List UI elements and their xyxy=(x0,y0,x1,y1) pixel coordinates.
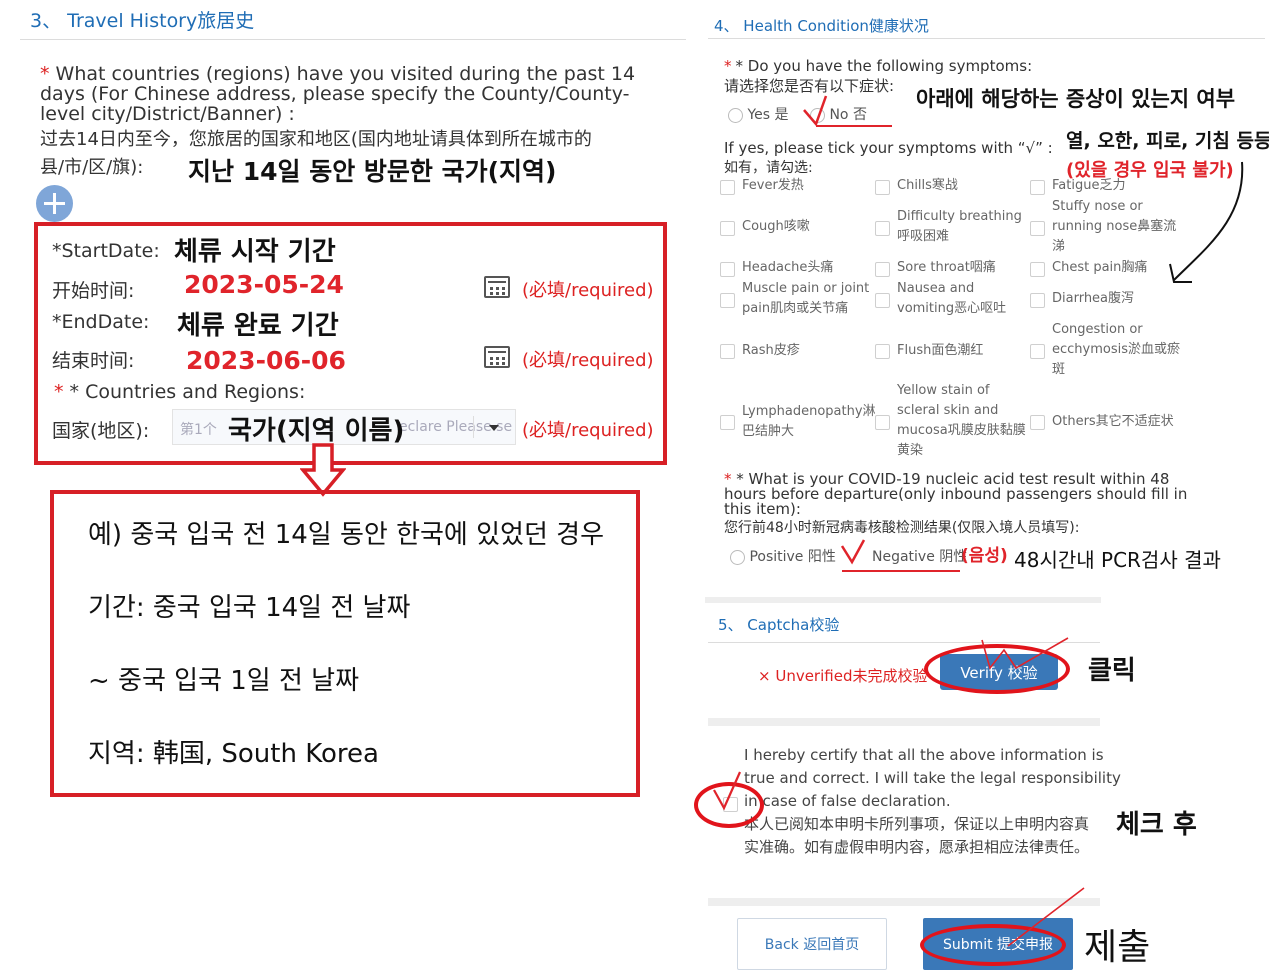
symptom-label: Muscle pain or joint pain肌肉或关节痛 xyxy=(742,281,870,316)
annotation-start-kr: 체류 시작 기간 xyxy=(174,237,336,267)
symptom-checkbox-flush[interactable] xyxy=(875,344,890,359)
back-button[interactable]: Back 返回首页 xyxy=(737,918,887,970)
symptom-checkbox-chills[interactable] xyxy=(875,180,890,195)
test-question-cn: 您行前48小时新冠病毒核酸检测结果(仅限入境人员填写): xyxy=(724,520,1080,536)
annotation-click-kr: 클릭 xyxy=(1088,656,1136,686)
countries-label-cn: 国家(地区): xyxy=(52,420,150,442)
symptom-checkbox-headache[interactable] xyxy=(720,262,735,277)
required-note: (必填/required) xyxy=(522,280,654,301)
countries-label: * * Countries and Regions: xyxy=(54,381,306,403)
end-date-label-cn: 结束时间: xyxy=(52,350,135,372)
symptom-checkbox-nausea[interactable] xyxy=(875,293,890,308)
end-date-input[interactable]: 2023-06-06 xyxy=(186,346,346,375)
symptom-label: Fatigue乏力 xyxy=(1052,178,1126,193)
start-date-input[interactable]: 2023-05-24 xyxy=(184,270,344,299)
symptom-yes-radio[interactable]: Yes 是 xyxy=(728,104,789,124)
symptom-checkbox-rash[interactable] xyxy=(720,344,735,359)
symptom-label: Lymphadenopathy淋巴结肿大 xyxy=(742,404,876,439)
symptom-checkbox-fatigue[interactable] xyxy=(1030,180,1045,195)
captcha-status: × Unverified未完成校验 xyxy=(758,667,928,685)
captcha-section-title: 5、 Captcha校验 xyxy=(718,616,840,634)
annotation-negative-kr: (음성) xyxy=(961,546,1008,566)
symptom-checkbox-diarrhea[interactable] xyxy=(1030,293,1045,308)
example-line: ~ 중국 입국 1일 전 날짜 xyxy=(88,666,360,696)
tick-instruction: If yes, please tick your symptoms with “… xyxy=(724,139,1053,157)
start-date-label: *StartDate: xyxy=(52,240,160,262)
add-country-button[interactable] xyxy=(36,185,73,222)
symptom-label: Stuffy nose or running nose鼻塞流涕 xyxy=(1052,199,1177,254)
symptom-checkbox-congestion[interactable] xyxy=(1030,344,1045,359)
test-question: * * What is your COVID-19 nucleic acid t… xyxy=(724,470,1188,518)
symptom-checkbox-others[interactable] xyxy=(1030,415,1045,430)
test-positive-radio[interactable]: Positive 阳性 xyxy=(730,546,836,566)
travel-section-title: 3、 Travel History旅居史 xyxy=(30,10,255,32)
symptom-checkbox-sore-throat[interactable] xyxy=(875,262,890,277)
annotation-check-mark xyxy=(840,539,866,565)
symptom-checkbox-fever[interactable] xyxy=(720,180,735,195)
required-note: (必填/required) xyxy=(522,350,654,371)
symptom-label: Difficulty breathing呼吸困难 xyxy=(897,209,1022,244)
symptom-label: Nausea and vomiting恶心呕吐 xyxy=(897,281,1007,316)
chevron-down-icon xyxy=(489,425,499,431)
symptom-label: Cough咳嗽 xyxy=(742,219,810,234)
symptom-label: Rash皮疹 xyxy=(742,343,800,358)
annotation-question-kr: 지난 14일 동안 방문한 국가(지역) xyxy=(188,157,557,186)
symptom-label: Flush面色潮红 xyxy=(897,343,984,358)
annotation-check-mark xyxy=(803,95,892,127)
symptom-checkbox-cough[interactable] xyxy=(720,221,735,236)
travel-question: * What countries (regions) have you visi… xyxy=(40,63,636,125)
symptom-question: * * Do you have the following symptoms: xyxy=(724,57,1033,75)
annotation-test-kr: 48시간내 PCR검사 결과 xyxy=(1014,548,1221,572)
symptom-label: Chills寒战 xyxy=(897,178,958,193)
symptom-label: Headache头痛 xyxy=(742,260,834,275)
annotation-check-mark xyxy=(713,771,742,811)
symptom-question-cn: 请选择您是否有以下症状: xyxy=(724,77,895,95)
test-negative-radio[interactable]: Negative 阴性 xyxy=(872,546,967,566)
symptom-checkbox-stuffy[interactable] xyxy=(1030,221,1045,236)
annotation-symptom-question-kr: 아래에 해당하는 증상이 있는지 여부 xyxy=(916,87,1236,111)
example-line: 지역: 韩国, South Korea xyxy=(88,739,379,769)
required-note: (必填/required) xyxy=(522,420,654,441)
calendar-icon[interactable] xyxy=(484,346,510,368)
tick-instruction-cn: 如有，请勾选: xyxy=(724,160,813,176)
start-date-label-cn: 开始时间: xyxy=(52,280,135,302)
example-line: 예) 중국 입국 전 14일 동안 한국에 있었던 경우 xyxy=(88,520,604,550)
symptom-label: Sore throat咽痛 xyxy=(897,260,996,275)
symptom-checkbox-lymph[interactable] xyxy=(720,415,735,430)
annotation-stroke xyxy=(1007,887,1085,947)
health-section-title: 4、 Health Condition健康状况 xyxy=(714,17,929,35)
annotation-stroke xyxy=(981,637,1069,670)
calendar-icon[interactable] xyxy=(484,276,510,298)
annotation-check-kr: 체크 후 xyxy=(1116,810,1197,840)
symptom-label: Chest pain胸痛 xyxy=(1052,260,1148,275)
annotation-symptoms-kr: 열, 오한, 피로, 기침 등등 xyxy=(1066,130,1269,152)
annotation-submit-kr: 제출 xyxy=(1084,927,1151,968)
end-date-label: *EndDate: xyxy=(52,311,150,333)
certify-text: I hereby certify that all the above info… xyxy=(744,746,1121,856)
symptom-checkbox-yellow[interactable] xyxy=(875,415,890,430)
symptom-checkbox-muscle[interactable] xyxy=(720,293,735,308)
symptom-label: Fever发热 xyxy=(742,178,804,193)
symptom-label: Congestion or ecchymosis淤血或瘀斑 xyxy=(1052,322,1181,377)
symptom-checkbox-chest[interactable] xyxy=(1030,262,1045,277)
example-line: 기간: 중국 입국 14일 전 날짜 xyxy=(88,593,411,623)
annotation-end-kr: 체류 완료 기간 xyxy=(177,311,339,341)
symptom-checkbox-breathing[interactable] xyxy=(875,221,890,236)
symptom-label: Yellow stain of scleral skin and mucosa巩… xyxy=(897,383,1026,458)
symptom-label: Diarrhea腹泻 xyxy=(1052,291,1135,306)
symptom-label: Others其它不适症状 xyxy=(1052,414,1174,429)
